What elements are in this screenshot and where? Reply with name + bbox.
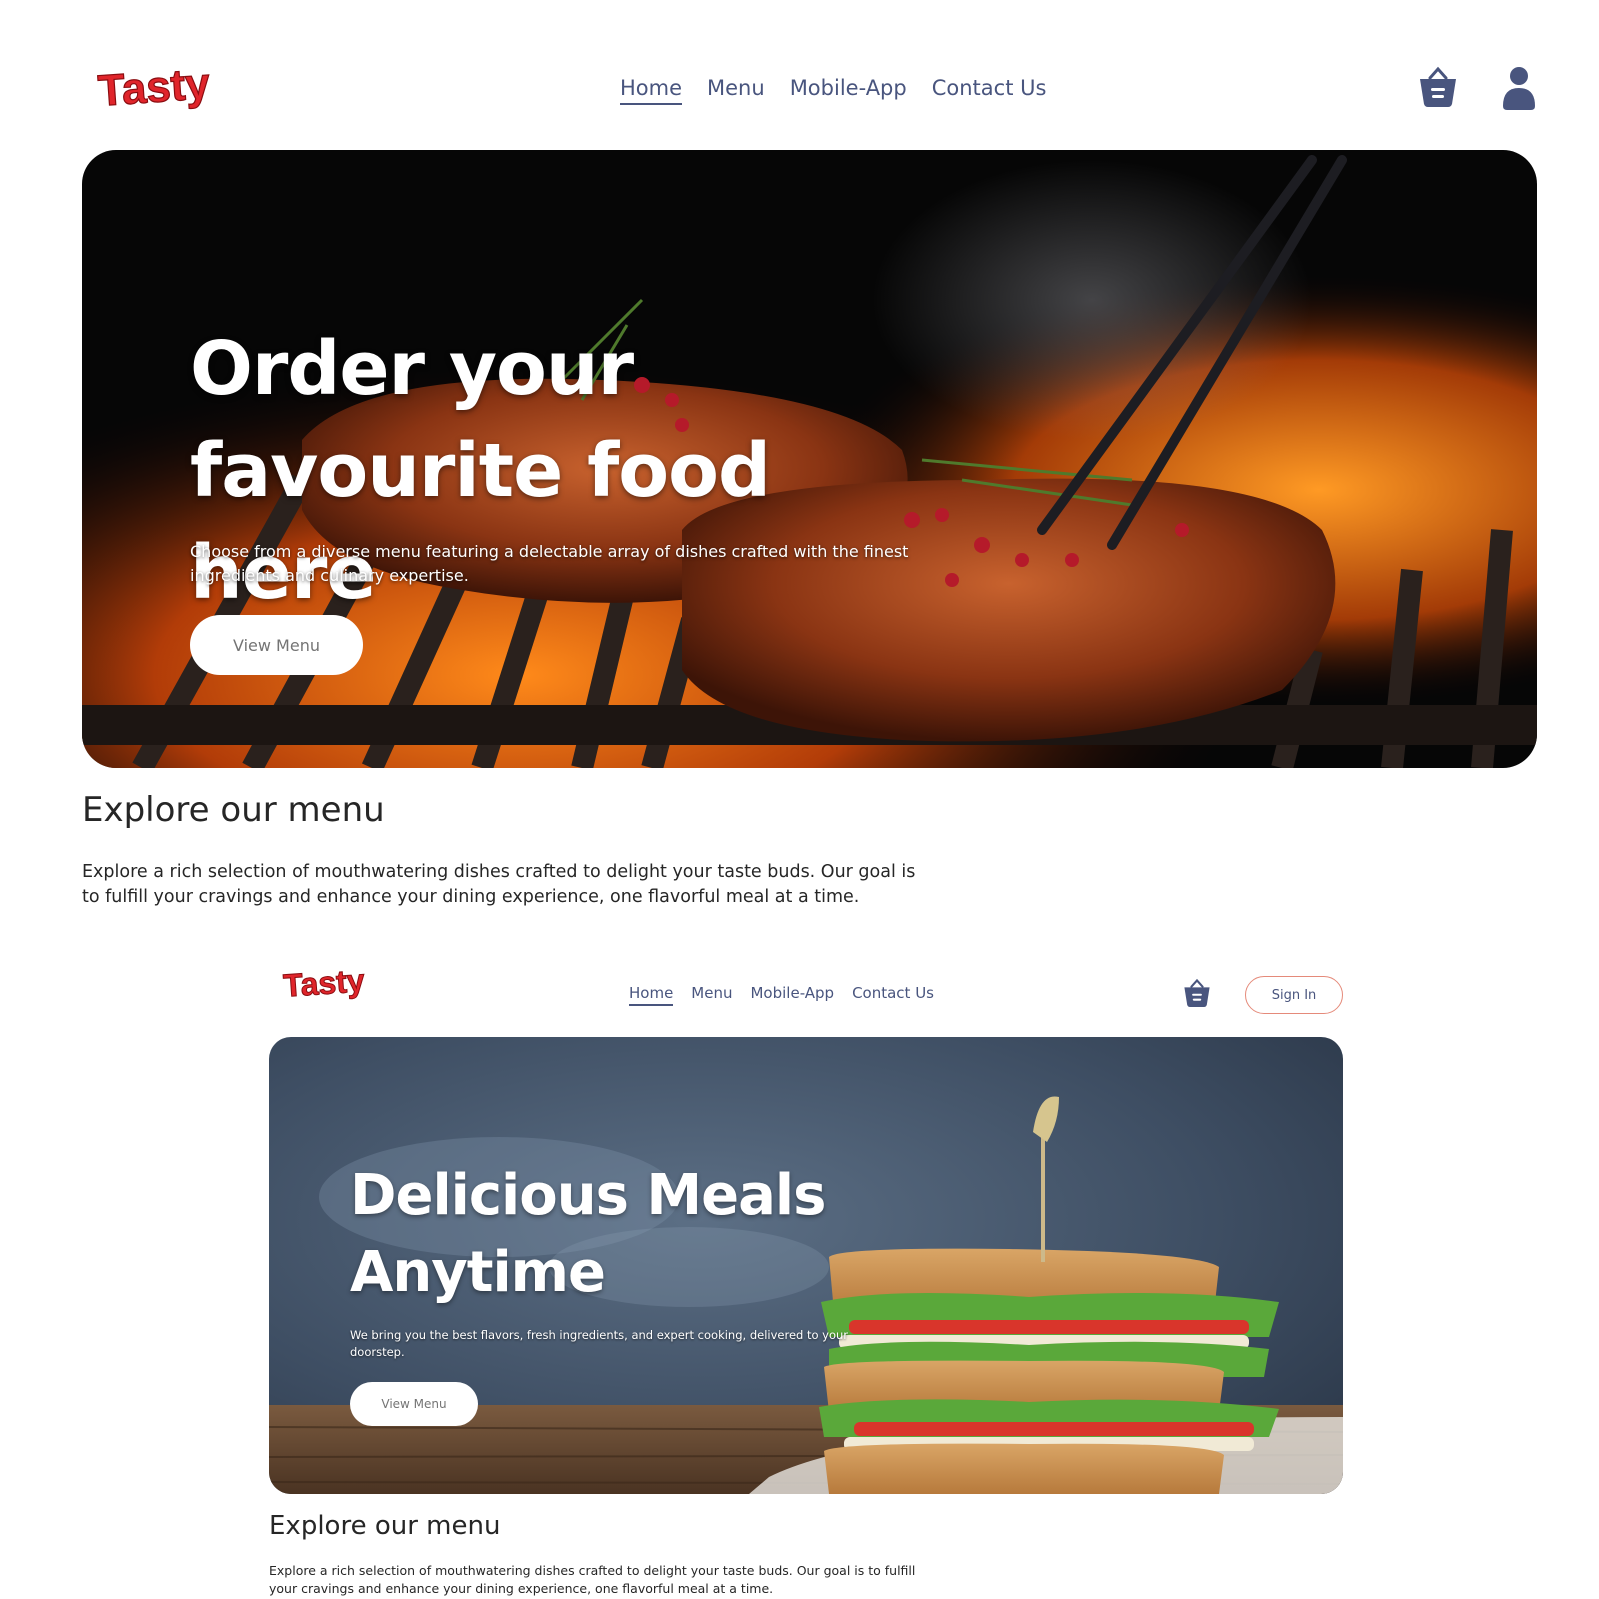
nav-item-menu[interactable]: Menu <box>691 984 732 1006</box>
hero-title: Delicious Meals Anytime <box>350 1163 826 1305</box>
nav-item-mobile-app[interactable]: Mobile-App <box>750 984 834 1006</box>
logo-text: Tasty <box>97 59 212 116</box>
explore-menu-description: Explore a rich selection of mouthwaterin… <box>82 862 916 907</box>
hero-description: We bring you the best flavors, fresh ing… <box>350 1328 849 1359</box>
view-menu-button[interactable]: View Menu <box>190 615 363 675</box>
explore-menu-description: Explore a rich selection of mouthwaterin… <box>269 1563 916 1596</box>
tasty-logo[interactable]: Tasty <box>272 960 376 1006</box>
tasty-logo[interactable]: Tasty <box>84 58 224 118</box>
nav-item-menu[interactable]: Menu <box>707 76 765 105</box>
logo-text: Tasty <box>282 962 366 1004</box>
nav-item-contact-us[interactable]: Contact Us <box>932 76 1047 105</box>
view-menu-button[interactable]: View Menu <box>350 1382 478 1426</box>
nav-item-home[interactable]: Home <box>629 984 674 1006</box>
user-profile-icon[interactable] <box>1502 66 1536 110</box>
basket-icon[interactable] <box>1183 978 1211 1008</box>
hero-description: Choose from a diverse menu featuring a d… <box>190 542 909 585</box>
explore-menu-title: Explore our menu <box>269 1511 501 1541</box>
nav-item-mobile-app[interactable]: Mobile-App <box>790 76 907 105</box>
nav-item-contact-us[interactable]: Contact Us <box>852 984 934 1006</box>
basket-icon[interactable] <box>1418 66 1458 108</box>
hero-banner: Order your favourite food here Choose fr… <box>82 150 1537 768</box>
explore-menu-title: Explore our menu <box>82 790 385 830</box>
hero-banner: Delicious Meals Anytime We bring you the… <box>269 1037 1343 1494</box>
main-nav: Home Menu Mobile-App Contact Us <box>620 76 1046 105</box>
sign-in-button[interactable]: Sign In <box>1245 976 1343 1014</box>
main-nav: Home Menu Mobile-App Contact Us <box>629 984 934 1006</box>
nav-item-home[interactable]: Home <box>620 76 683 105</box>
